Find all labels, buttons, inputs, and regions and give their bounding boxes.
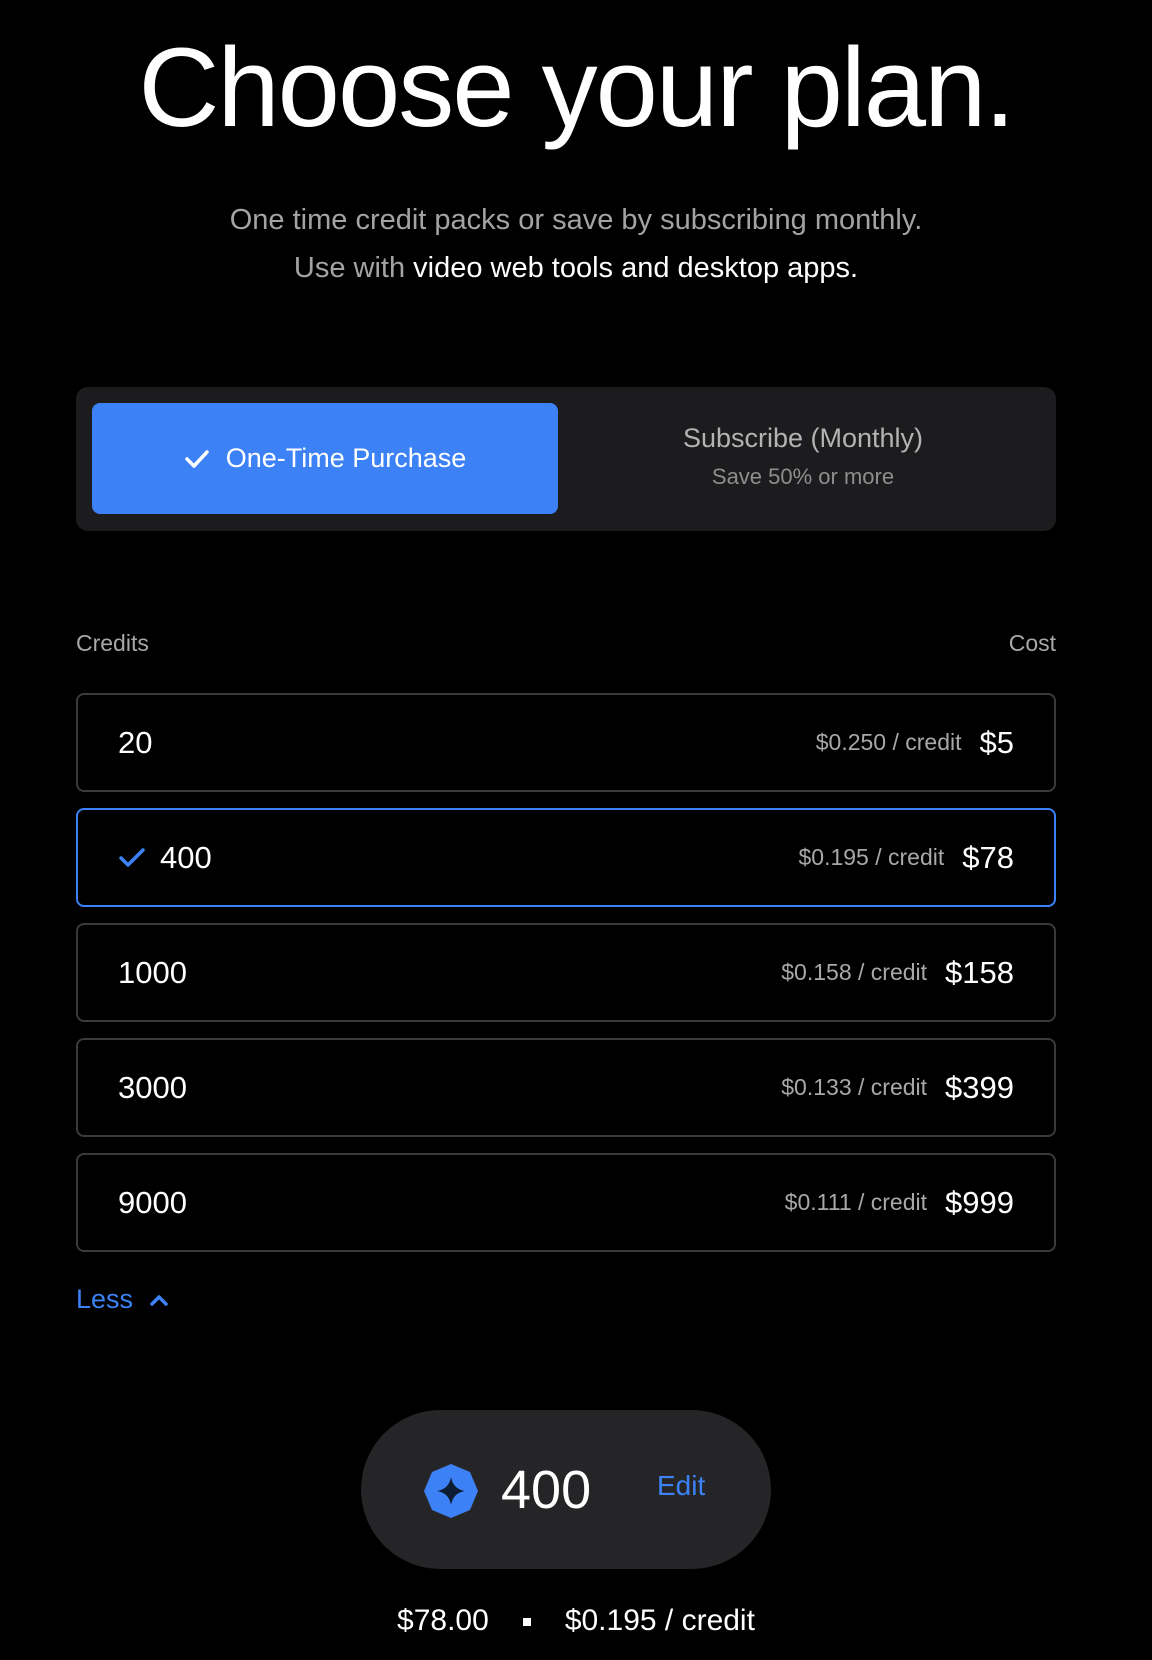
check-icon	[184, 449, 209, 468]
credit-pack-per-credit: $0.111 / credit	[784, 1189, 928, 1215]
chevron-up-icon	[150, 1294, 168, 1306]
credit-pack-list: 20 $0.250 / credit $5 400 $0.195 / credi…	[76, 693, 1056, 1268]
subtitle-prefix: Use with	[293, 252, 414, 284]
credit-pack-per-credit: $0.195 / credit	[798, 844, 945, 870]
check-icon	[119, 847, 145, 867]
order-summary: $78.00 $0.195 / credit	[0, 1604, 1152, 1638]
credit-pack-per-credit: $0.158 / credit	[781, 959, 928, 985]
credit-pack-amount-text: 9000	[118, 1184, 187, 1220]
one-time-purchase-label: One-Time Purchase	[225, 443, 467, 473]
show-less-link[interactable]: Less	[76, 1284, 169, 1315]
credit-pack-cost: $78	[962, 839, 1014, 875]
one-time-purchase-option[interactable]: One-Time Purchase	[92, 403, 558, 514]
credit-pack-row[interactable]: 400 $0.195 / credit $78	[76, 808, 1056, 907]
order-total: $78.00	[397, 1604, 489, 1637]
credit-pack-row[interactable]: 1000 $0.158 / credit $158	[76, 923, 1056, 1022]
subscribe-monthly-option[interactable]: Subscribe (Monthly) Save 50% or more	[566, 403, 1040, 514]
subscribe-savings-label: Save 50% or more	[711, 464, 895, 489]
separator-dot	[522, 1618, 531, 1627]
purchase-type-toggle: One-Time Purchase Subscribe (Monthly) Sa…	[76, 387, 1056, 531]
credit-pack-amount: 1000	[118, 955, 187, 991]
page-title: Choose your plan.	[138, 25, 1015, 150]
credit-pack-row[interactable]: 3000 $0.133 / credit $399	[76, 1038, 1056, 1137]
subscribe-monthly-label: Subscribe (Monthly)	[682, 423, 924, 453]
subtitle-highlight: video web tools and desktop apps.	[413, 252, 859, 284]
credit-star-icon	[424, 1464, 478, 1518]
credit-pack-per-credit: $0.133 / credit	[781, 1074, 928, 1100]
credit-pack-amount-text: 1000	[118, 954, 187, 990]
page-subtitle-line1: One time credit packs or save by subscri…	[229, 204, 923, 236]
credits-column-header: Credits	[76, 630, 149, 656]
credit-pack-amount-text: 400	[160, 839, 212, 875]
credit-pack-row[interactable]: 20 $0.250 / credit $5	[76, 693, 1056, 792]
selected-credits-pill: 400 Edit	[361, 1410, 771, 1569]
credit-pack-amount-text: 3000	[118, 1069, 187, 1105]
page-subtitle-line2: Use with video web tools and desktop app…	[0, 248, 1152, 288]
edit-credits-button[interactable]: Edit	[657, 1470, 705, 1502]
credit-pack-amount-text: 20	[118, 724, 153, 760]
credit-pack-amount: 3000	[118, 1070, 187, 1106]
credit-pack-cost: $5	[979, 724, 1014, 760]
credit-pack-cost: $999	[945, 1184, 1014, 1220]
credit-pack-per-credit: $0.250 / credit	[815, 729, 962, 755]
credit-pack-cost: $158	[945, 954, 1014, 990]
cost-column-header: Cost	[1008, 630, 1056, 656]
show-less-label: Less	[76, 1284, 134, 1314]
credit-pack-amount: 400	[118, 840, 212, 876]
selected-credits-amount: 400	[501, 1460, 592, 1520]
credit-pack-amount: 9000	[118, 1185, 187, 1221]
pricing-page: Choose your plan. One time credit packs …	[0, 0, 1152, 1660]
credit-pack-amount: 20	[118, 725, 152, 761]
credit-pack-row[interactable]: 9000 $0.111 / credit $999	[76, 1153, 1056, 1252]
credit-pack-cost: $399	[945, 1069, 1014, 1105]
order-per-credit: $0.195 / credit	[564, 1604, 755, 1637]
